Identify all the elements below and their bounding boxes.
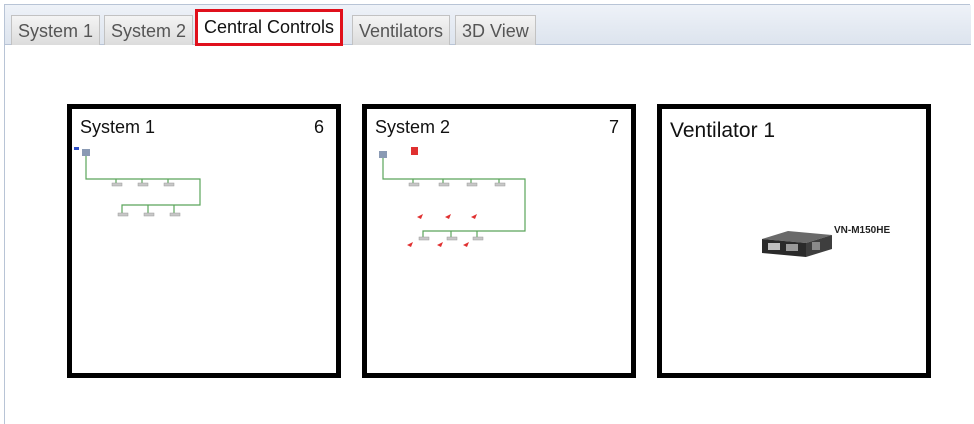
system-2-panel[interactable]: System 2 7	[362, 104, 636, 378]
system-2-diagram	[379, 147, 526, 247]
model-label: VN-M150HE	[834, 225, 891, 236]
tab-system-2[interactable]: System 2	[104, 15, 194, 45]
tab-bar: System 1 System 2 Central Controls Venti…	[5, 5, 971, 46]
tab-system-1[interactable]: System 1	[11, 15, 101, 45]
system-1-panel[interactable]: System 1 6	[67, 104, 341, 378]
tab-3d-view[interactable]: 3D View	[455, 15, 536, 45]
tab-ventilators[interactable]: Ventilators	[352, 15, 451, 45]
tab-central-controls[interactable]: Central Controls	[195, 9, 344, 46]
system-1-diagram	[74, 147, 201, 217]
panel-title: Ventilator 1	[670, 119, 776, 142]
ventilator-unit-image	[762, 231, 832, 257]
ventilator-1-panel[interactable]: Ventilator 1 VN-M150HE	[657, 104, 931, 378]
